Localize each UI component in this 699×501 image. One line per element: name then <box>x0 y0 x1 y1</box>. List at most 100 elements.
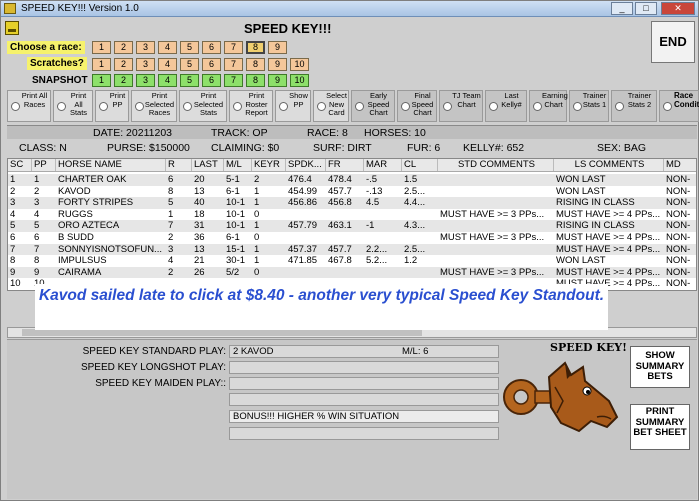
column-header[interactable]: LAST <box>192 159 224 171</box>
option-select-new-card[interactable]: Select New Card <box>313 90 349 122</box>
race-button-7[interactable]: 7 <box>224 41 243 54</box>
column-header[interactable]: M/L <box>224 159 252 171</box>
table-row[interactable]: 8 8 IMPULSUS 4 21 30-1 1 471.85 467.8 5.2... 1.2 WO… <box>8 255 696 267</box>
option-final-speed-chart[interactable]: Final Speed Chart <box>397 90 437 122</box>
callout-caption: Kavod sailed late to click at $8.40 - an… <box>35 284 608 330</box>
radio-icon[interactable] <box>317 102 326 111</box>
column-header[interactable]: R <box>166 159 192 171</box>
radio-icon[interactable] <box>355 102 364 111</box>
scratch-button-9[interactable]: 9 <box>268 58 287 71</box>
radio-icon[interactable] <box>57 102 66 111</box>
snapshot-button-9[interactable]: 9 <box>268 74 287 87</box>
option-print-all-races[interactable]: Print All Races <box>7 90 51 122</box>
column-header[interactable]: MD <box>664 159 696 171</box>
option-race-conditions[interactable]: Race Conditions <box>659 90 699 122</box>
race-button-9[interactable]: 9 <box>268 41 287 54</box>
race-button-3[interactable]: 3 <box>136 41 155 54</box>
table-row[interactable]: 6 6 B SUDD 2 36 6-1 0 MUST HAVE >= 3 PPs... MUST… <box>8 232 696 244</box>
column-header[interactable]: SC <box>8 159 32 171</box>
column-header[interactable]: STD COMMENTS <box>438 159 554 171</box>
table-cell: 2 <box>10 185 16 197</box>
column-header[interactable]: FR <box>326 159 364 171</box>
radio-icon[interactable] <box>533 102 542 111</box>
race-button-8[interactable]: 8 <box>246 41 265 54</box>
radio-icon[interactable] <box>573 102 582 111</box>
snapshot-button-10[interactable]: 10 <box>290 74 309 87</box>
option-print-selected-stats[interactable]: Print Selected Stats <box>179 90 227 122</box>
scratch-button-8[interactable]: 8 <box>246 58 265 71</box>
scrollbar-thumb[interactable] <box>22 329 422 336</box>
race-button-6[interactable]: 6 <box>202 41 221 54</box>
column-header[interactable]: PP <box>32 159 56 171</box>
scratch-button-4[interactable]: 4 <box>158 58 177 71</box>
radio-icon[interactable] <box>489 102 498 111</box>
radio-icon[interactable] <box>183 102 192 111</box>
scratch-button-2[interactable]: 2 <box>114 58 133 71</box>
option-last-kelly[interactable]: Last Kelly# <box>485 90 527 122</box>
scratch-button-6[interactable]: 6 <box>202 58 221 71</box>
horse-grid[interactable]: SC PP HORSE NAME R LAST M/L KEYR SPDK... FR MAR CL… <box>7 158 697 291</box>
race-button-4[interactable]: 4 <box>158 41 177 54</box>
table-row[interactable]: 9 9 CAIRAMA 2 26 5/2 0 MUST HAVE >= 3 PPs... MUS… <box>8 266 696 279</box>
column-header[interactable]: LS COMMENTS <box>554 159 664 171</box>
option-tj-team-chart[interactable]: TJ Team Chart <box>439 90 483 122</box>
column-header[interactable]: MAR <box>364 159 402 171</box>
snapshot-button-5[interactable]: 5 <box>180 74 199 87</box>
scratch-button-10[interactable]: 10 <box>290 58 309 71</box>
snapshot-button-4[interactable]: 4 <box>158 74 177 87</box>
radio-icon[interactable] <box>401 102 410 111</box>
option-print-all-stats[interactable]: Print All Stats <box>53 90 93 122</box>
radio-icon[interactable] <box>279 102 288 111</box>
table-cell: MUST HAVE >= 4 PPs... <box>556 232 661 243</box>
table-cell: 30-1 <box>226 255 246 267</box>
option-print-roster-report[interactable]: Print Roster Report <box>229 90 273 122</box>
option-print-selected-races[interactable]: Print Selected Races <box>131 90 177 122</box>
radio-icon[interactable] <box>615 102 624 111</box>
option-print-pp[interactable]: Print PP <box>95 90 129 122</box>
snapshot-button-3[interactable]: 3 <box>136 74 155 87</box>
table-row[interactable]: 7 7 SONNYISNOTSOFUN... 3 13 15-1 1 457.37 457.7 2… <box>8 243 696 256</box>
close-button[interactable]: ✕ <box>661 2 695 15</box>
table-row[interactable]: 1 1 CHARTER OAK 6 20 5-1 2 476.4 478.4 -.5 1.5 WON … <box>8 174 696 186</box>
radio-icon[interactable] <box>135 102 144 111</box>
table-row[interactable]: 5 5 ORO AZTECA 7 31 10-1 1 457.79 463.1 -1 4.3... R… <box>8 220 696 232</box>
column-header[interactable]: CL <box>402 159 438 171</box>
column-header[interactable]: HORSE NAME <box>56 159 166 171</box>
radio-icon[interactable] <box>11 102 20 111</box>
option-show-pp[interactable]: Show PP <box>275 90 311 122</box>
radio-icon[interactable] <box>233 102 242 111</box>
minimize-button[interactable]: _ <box>611 2 633 15</box>
option-trainer-stats-2[interactable]: Trainer Stats 2 <box>611 90 657 122</box>
print-summary-bet-sheet-button[interactable]: PRINT SUMMARY BET SHEET <box>630 404 690 450</box>
table-cell: 6 <box>34 232 40 243</box>
column-header[interactable]: SPDK... <box>286 159 326 171</box>
radio-icon[interactable] <box>443 102 452 111</box>
scratch-button-5[interactable]: 5 <box>180 58 199 71</box>
table-row[interactable]: 3 3 FORTY STRIPES 5 40 10-1 1 456.86 456.8 4.5 4.4… <box>8 197 696 209</box>
column-header[interactable]: KEYR <box>252 159 286 171</box>
maximize-button[interactable]: □ <box>635 2 657 15</box>
radio-icon[interactable] <box>663 102 672 111</box>
table-cell: 2.5... <box>404 185 426 197</box>
race-button-5[interactable]: 5 <box>180 41 199 54</box>
option-early-speed-chart[interactable]: Early Speed Chart <box>351 90 395 122</box>
snapshot-button-1[interactable]: 1 <box>92 74 111 87</box>
option-trainer-stats-1[interactable]: Trainer Stats 1 <box>569 90 609 122</box>
table-row[interactable]: 4 4 RUGGS 1 18 10-1 0 MUST HAVE >= 3 PPs... MUST… <box>8 209 696 221</box>
radio-icon[interactable] <box>99 102 108 111</box>
snapshot-button-2[interactable]: 2 <box>114 74 133 87</box>
option-earning-chart[interactable]: Earning Chart <box>529 90 568 122</box>
snapshot-button-6[interactable]: 6 <box>202 74 221 87</box>
end-button[interactable]: END <box>651 21 695 63</box>
table-cell: MUST HAVE >= 3 PPs... <box>440 266 545 278</box>
race-button-1[interactable]: 1 <box>92 41 111 54</box>
scratch-button-1[interactable]: 1 <box>92 58 111 71</box>
table-row[interactable]: 2 2 KAVOD 8 13 6-1 1 454.99 457.7 -.13 2.5... WON L… <box>8 185 696 198</box>
snapshot-button-8[interactable]: 8 <box>246 74 265 87</box>
table-cell: WON LAST <box>556 174 606 185</box>
show-summary-bets-button[interactable]: SHOW SUMMARY BETS <box>630 346 690 388</box>
snapshot-button-7[interactable]: 7 <box>224 74 243 87</box>
scratch-button-3[interactable]: 3 <box>136 58 155 71</box>
race-button-2[interactable]: 2 <box>114 41 133 54</box>
scratch-button-7[interactable]: 7 <box>224 58 243 71</box>
